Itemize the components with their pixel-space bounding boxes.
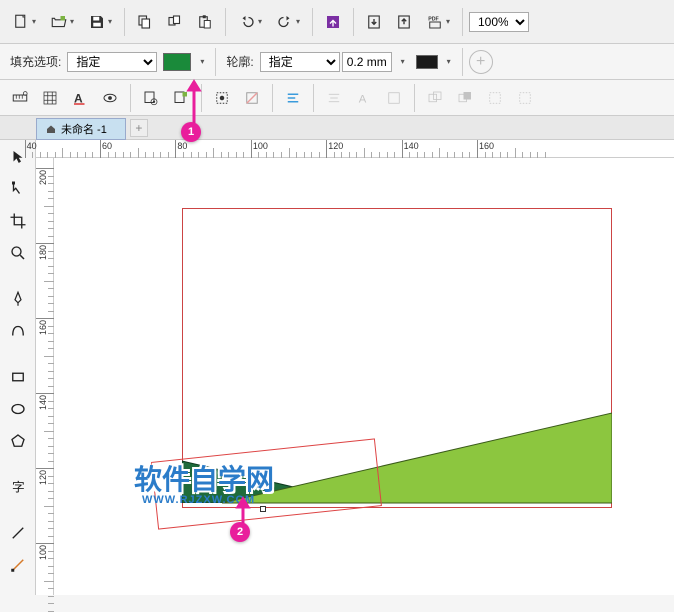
outline-mode-select[interactable]: 指定 [260, 52, 340, 72]
callout-2: 2 [230, 522, 250, 542]
ruler-toggle-button[interactable] [6, 84, 34, 112]
cut-button[interactable] [161, 8, 189, 36]
callout-arrow-2 [235, 495, 251, 525]
selection-handle[interactable] [260, 506, 266, 512]
ruler-vertical[interactable]: 200180160140120100 [36, 158, 54, 595]
intersect-button[interactable] [481, 84, 509, 112]
main-toolbar: ▾ ▾ ▾ ▾ ▾ PDF▾ 100% [0, 0, 674, 44]
outline-width-input[interactable] [342, 52, 392, 72]
divider [124, 8, 125, 36]
tab-bar: 未命名 -1 + [0, 116, 674, 140]
divider [462, 8, 463, 36]
open-button[interactable]: ▾ [44, 8, 80, 36]
align-button[interactable] [279, 84, 307, 112]
divider [414, 84, 415, 112]
callout-1: 1 [181, 122, 201, 142]
callout-arrow-1 [186, 76, 202, 126]
watermark-text: 软件自学网 [134, 458, 274, 498]
undo-button[interactable]: ▾ [232, 8, 268, 36]
paste-button[interactable] [191, 8, 219, 36]
outline-width-dropdown[interactable]: ▾ [394, 48, 410, 76]
options-bar: A A [0, 80, 674, 116]
ruler-horizontal[interactable]: 406080100120140160 [36, 140, 674, 158]
workspace: 字 406080100120140160 200180160140120100 … [0, 140, 674, 595]
outline-color-dropdown[interactable]: ▾ [440, 48, 456, 76]
fill-color-swatch[interactable] [163, 53, 191, 71]
zoom-tool[interactable] [5, 240, 31, 266]
grid-toggle-button[interactable] [36, 84, 64, 112]
divider [313, 84, 314, 112]
pdf-button[interactable]: PDF▾ [420, 8, 456, 36]
weld-button[interactable] [421, 84, 449, 112]
frame-button[interactable] [380, 84, 408, 112]
crop-button[interactable] [208, 84, 236, 112]
text-styles-button[interactable]: A [66, 84, 94, 112]
divider [462, 48, 463, 76]
fill-color-dropdown[interactable]: ▾ [193, 48, 209, 76]
pen-tool[interactable] [5, 286, 31, 312]
left-toolbox: 字 [0, 140, 36, 595]
object-settings-button[interactable] [137, 84, 165, 112]
svg-text:A: A [359, 93, 367, 105]
add-preset-button[interactable]: + [469, 50, 493, 74]
canvas[interactable]: 软件自学网 WWW.RJZXW.COM [54, 158, 674, 595]
connector-tool[interactable] [5, 552, 31, 578]
view-toggle-button[interactable] [96, 84, 124, 112]
divider [353, 8, 354, 36]
erase-button[interactable] [238, 84, 266, 112]
rectangle-tool[interactable] [5, 364, 31, 390]
redo-button[interactable]: ▾ [270, 8, 306, 36]
new-doc-button[interactable]: ▾ [6, 8, 42, 36]
shape-tool[interactable] [5, 176, 31, 202]
text-tool[interactable]: 字 [5, 474, 31, 500]
divider [312, 8, 313, 36]
save-button[interactable]: ▾ [82, 8, 118, 36]
svg-text:字: 字 [12, 481, 25, 495]
tab-label: 未命名 -1 [61, 121, 107, 137]
copy-button[interactable] [131, 8, 159, 36]
trim-button[interactable] [451, 84, 479, 112]
curve-tool[interactable] [5, 318, 31, 344]
polygon-tool[interactable] [5, 428, 31, 454]
divider [130, 84, 131, 112]
text-format-button[interactable]: A [350, 84, 378, 112]
crop-tool[interactable] [5, 208, 31, 234]
outline-label: 轮廓: [226, 53, 253, 70]
outline-color-swatch[interactable] [416, 55, 438, 69]
ellipse-tool[interactable] [5, 396, 31, 422]
fill-label: 填充选项: [10, 53, 61, 70]
snap-button[interactable] [319, 8, 347, 36]
divider [215, 48, 216, 76]
home-icon [45, 123, 57, 135]
document-tab[interactable]: 未命名 -1 [36, 118, 126, 140]
divider [225, 8, 226, 36]
divider [272, 84, 273, 112]
zoom-select[interactable]: 100% [469, 12, 529, 32]
fill-mode-select[interactable]: 指定 [67, 52, 157, 72]
text-align-button[interactable] [320, 84, 348, 112]
add-tab-button[interactable]: + [130, 119, 148, 137]
simplify-button[interactable] [511, 84, 539, 112]
line-tool[interactable] [5, 520, 31, 546]
property-bar: 填充选项: 指定 ▾ 轮廓: 指定 ▾ ▾ + [0, 44, 674, 80]
export-button[interactable] [390, 8, 418, 36]
import-button[interactable] [360, 8, 388, 36]
